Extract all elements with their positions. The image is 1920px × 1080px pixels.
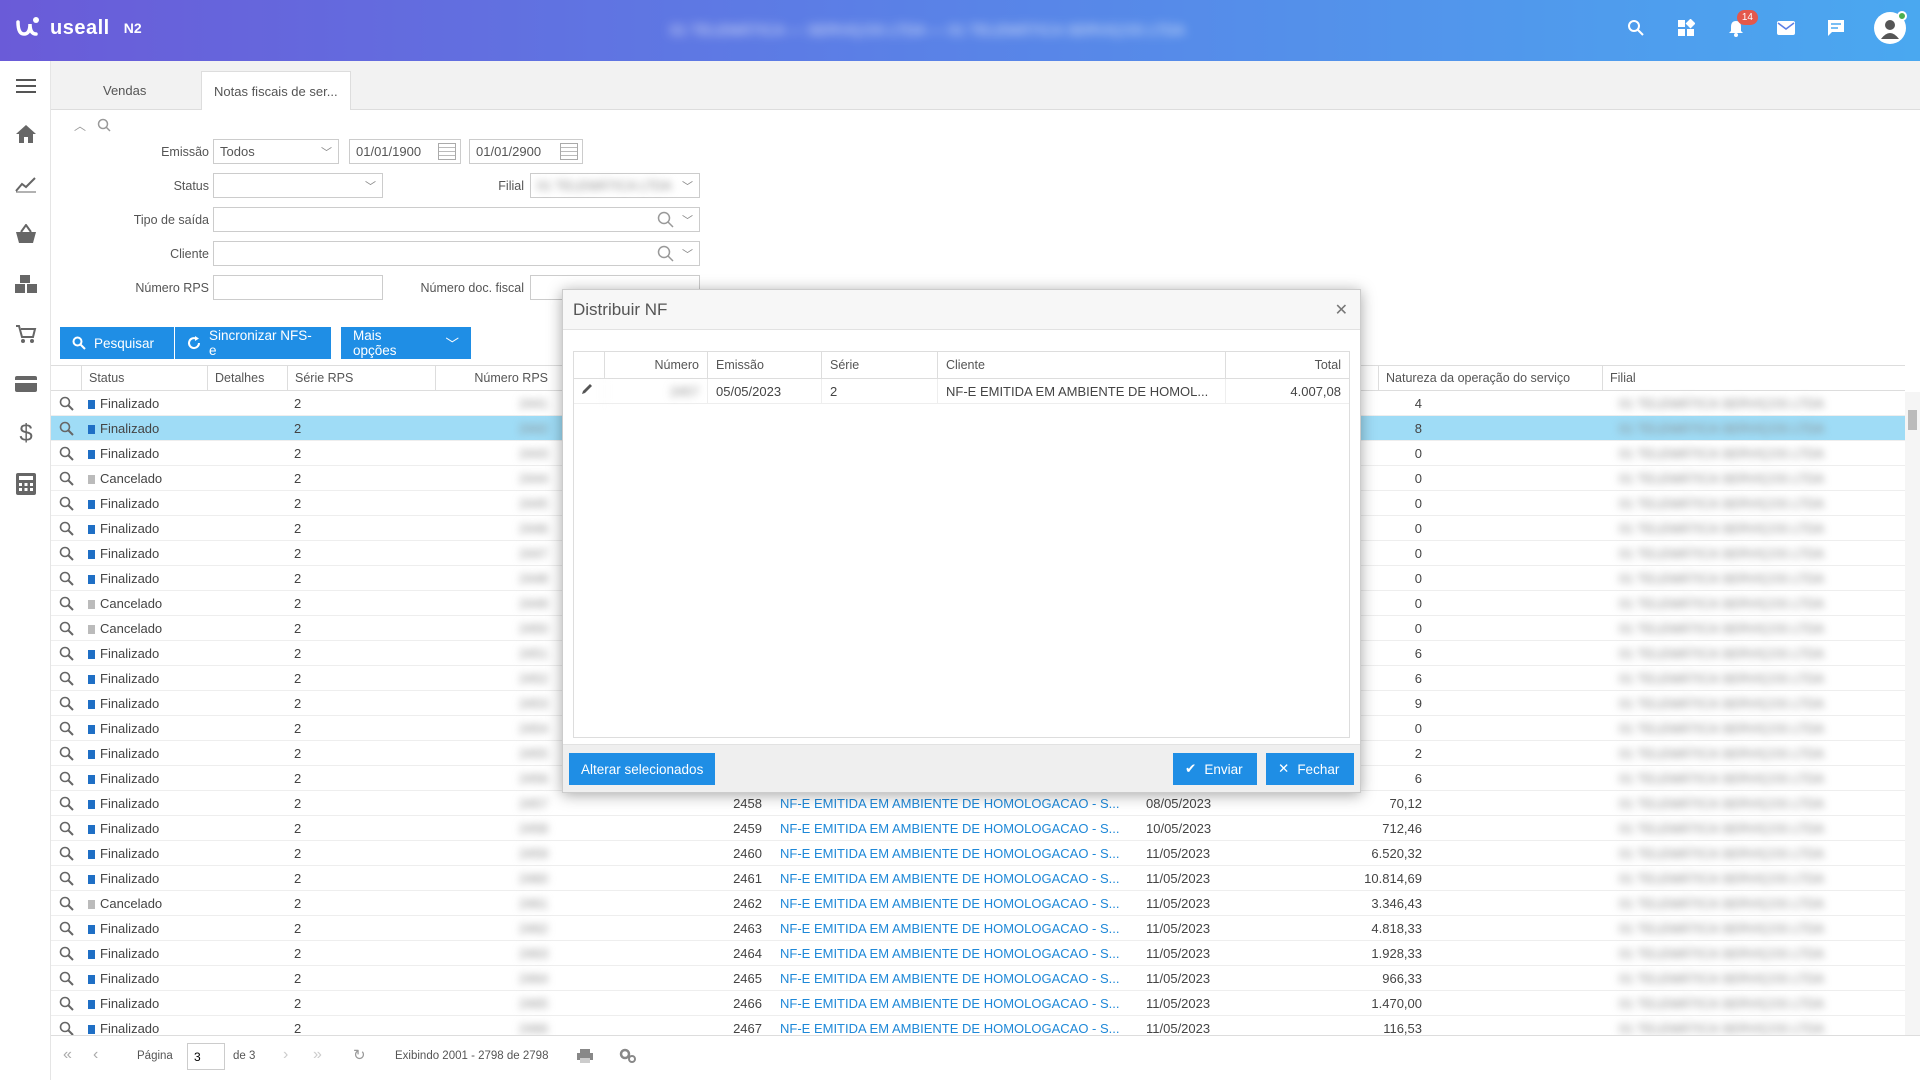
fechar-label: Fechar [1297,761,1340,777]
dialog-cell-serie: 2 [821,379,937,404]
edit-pencil-icon[interactable] [574,379,604,404]
dialog-col-cliente-header[interactable]: Cliente [937,352,1225,378]
close-icon[interactable]: ✕ [1335,300,1348,320]
dialog-footer: Alterar selecionados ✔ Enviar ✕ Fechar [563,744,1360,792]
modal-overlay: Distribuir NF ✕ Número Emissão Série Cli… [0,0,1920,1080]
dialog-col-serie-header[interactable]: Série [821,352,937,378]
dialog-cell-emissao: 05/05/2023 [707,379,821,404]
dialog-col-emissao-header[interactable]: Emissão [707,352,821,378]
distribuir-nf-dialog: Distribuir NF ✕ Número Emissão Série Cli… [562,289,1361,793]
dialog-cell-numero: 2457 [604,379,707,404]
dialog-grid: Número Emissão Série Cliente Total 2457 … [573,351,1350,738]
dialog-cell-total: 4.007,08 [1225,379,1349,404]
dialog-header: Distribuir NF ✕ [563,290,1360,330]
close-icon: ✕ [1278,761,1290,776]
dialog-col-total-header[interactable]: Total [1225,352,1349,378]
fechar-button[interactable]: ✕ Fechar [1266,753,1354,785]
dialog-col-numero-header[interactable]: Número [604,352,707,378]
enviar-label: Enviar [1204,761,1243,777]
check-icon: ✔ [1185,761,1197,776]
dialog-title: Distribuir NF [573,300,668,319]
dialog-cell-cliente: NF-E EMITIDA EM AMBIENTE DE HOMOL... [937,379,1225,404]
enviar-button[interactable]: ✔ Enviar [1173,753,1257,785]
alterar-selecionados-button[interactable]: Alterar selecionados [569,753,716,785]
dialog-col-edit-header [574,352,604,378]
dialog-row[interactable]: 2457 05/05/2023 2 NF-E EMITIDA EM AMBIEN… [574,378,1349,404]
